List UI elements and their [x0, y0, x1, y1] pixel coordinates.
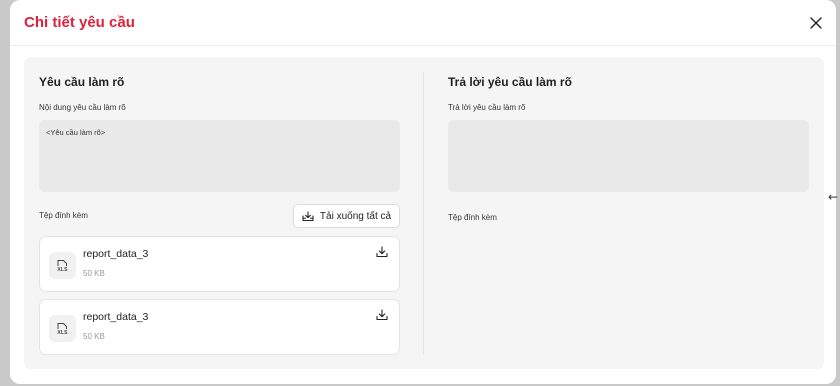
reply-section-title: Trả lời yêu cầu làm rõ [448, 75, 572, 89]
file-name: report_data_3 [83, 311, 149, 323]
xls-file-icon: XLS [49, 252, 76, 279]
attachments-label: Tệp đính kèm [39, 211, 88, 220]
file-download-button[interactable] [375, 308, 389, 322]
download-all-button[interactable]: Tải xuống tất cả [293, 204, 400, 228]
file-size: 50 KB [83, 332, 105, 341]
file-card[interactable]: XLS report_data_3 50 KB [39, 236, 400, 292]
column-divider [423, 72, 424, 355]
clarification-section-title: Yêu cầu làm rõ [39, 75, 125, 89]
close-icon [810, 17, 822, 29]
download-icon [376, 246, 388, 258]
content-panel: Yêu cầu làm rõ Nội dung yêu cầu làm rõ <… [24, 57, 824, 369]
file-card[interactable]: XLS report_data_3 50 KB [39, 299, 400, 355]
download-all-icon [302, 210, 314, 221]
close-button[interactable] [808, 15, 824, 31]
file-name: report_data_3 [83, 248, 149, 260]
download-icon [376, 309, 388, 321]
arrow-left-icon[interactable]: ← [828, 190, 838, 204]
file-size: 50 KB [83, 269, 105, 278]
reply-label: Trả lời yêu cầu làm rõ [448, 103, 526, 112]
modal-header: Chi tiết yêu cầu [10, 0, 836, 46]
file-download-button[interactable] [375, 245, 389, 259]
request-detail-modal: Chi tiết yêu cầu Yêu cầu làm rõ Nội dung… [10, 0, 836, 384]
file-ext: XLS [57, 266, 68, 273]
reply-attachments-label: Tệp đính kèm [448, 213, 497, 222]
clarification-content-label: Nội dung yêu cầu làm rõ [39, 103, 126, 112]
download-all-label: Tải xuống tất cả [319, 210, 392, 222]
clarification-content-field: <Yêu cầu làm rõ> [39, 120, 400, 192]
file-ext: XLS [57, 329, 68, 336]
modal-title: Chi tiết yêu cầu [24, 14, 135, 31]
reply-field [448, 120, 809, 192]
xls-file-icon: XLS [49, 315, 76, 342]
